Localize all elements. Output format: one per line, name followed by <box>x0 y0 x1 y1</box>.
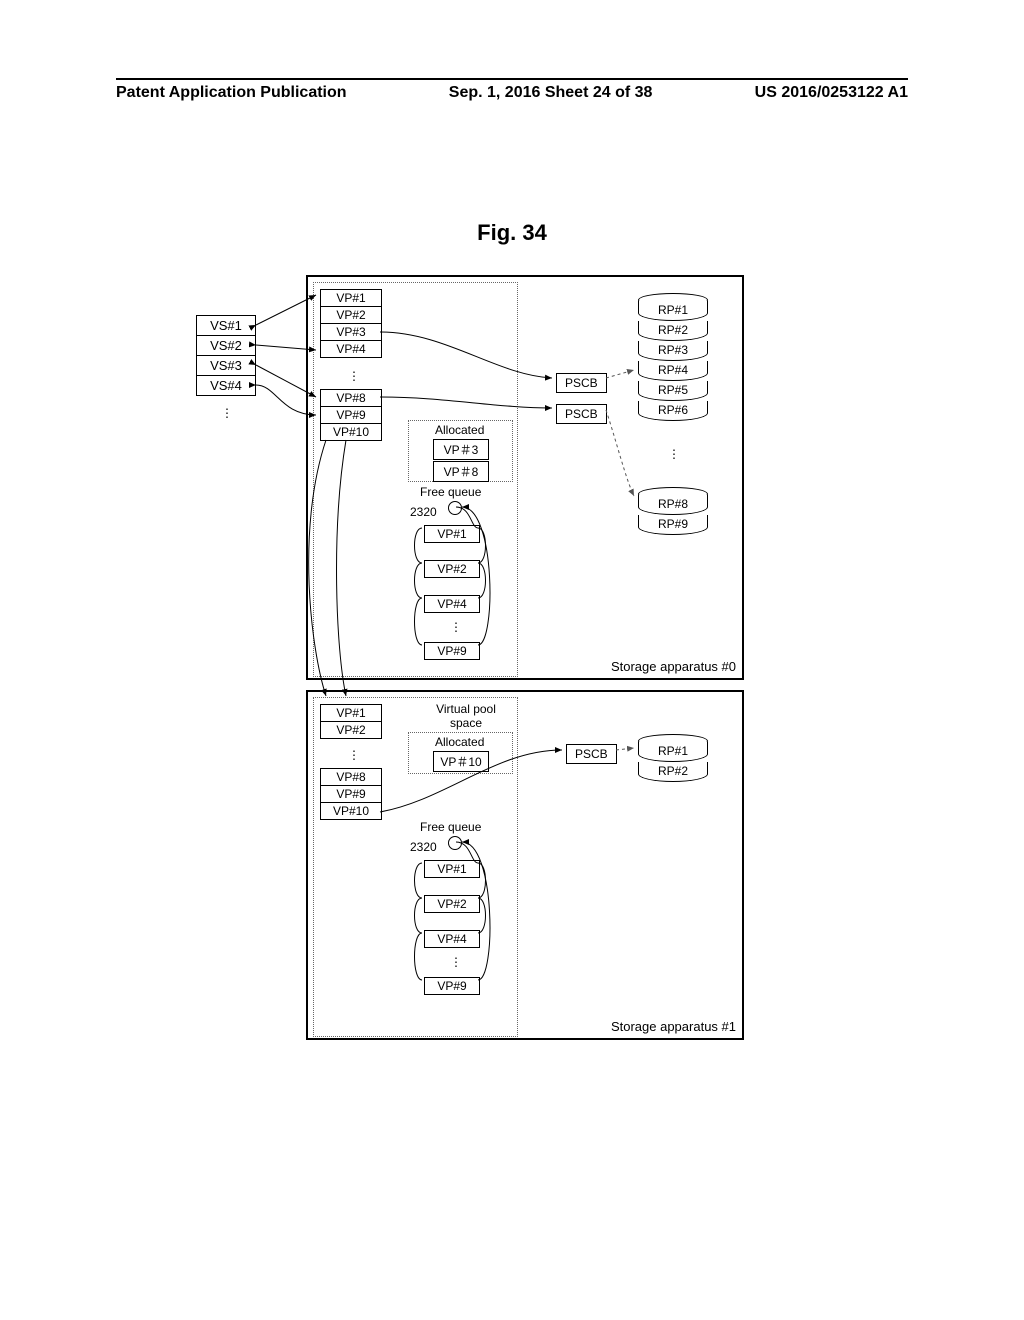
pscb-1: PSCB <box>566 744 617 764</box>
header-center: Sep. 1, 2016 Sheet 24 of 38 <box>449 84 653 102</box>
rp-item: RP#5 <box>638 381 708 401</box>
rp-item: RP#1 <box>638 301 708 321</box>
header-right: US 2016/0253122 A1 <box>755 84 908 102</box>
header-text-row: Patent Application Publication Sep. 1, 2… <box>116 84 908 102</box>
free-queue-ellipsis-0: ⋮ <box>450 622 462 632</box>
vs-item: VS#2 <box>197 336 255 356</box>
vs-ellipsis: ⋮ <box>221 408 233 418</box>
free-queue-item: VP#4 <box>424 595 480 613</box>
vp-column-1: VP#1 VP#2 <box>320 704 382 739</box>
allocated-item: VP＃10 <box>433 751 489 772</box>
rp-item: RP#9 <box>638 515 708 535</box>
virtual-pool-label-1: Virtual pool space <box>426 702 506 730</box>
storage-apparatus-1: Virtual pool space VP#1 VP#2 ⋮ VP#8 VP#9… <box>306 690 744 1040</box>
free-queue-item: VP#2 <box>424 560 480 578</box>
ref-2320-1: 2320 <box>410 840 437 854</box>
vs-column: VS#1 VS#2 VS#3 VS#4 <box>196 315 256 396</box>
vp-item: VP#1 <box>321 290 381 307</box>
vs-item: VS#4 <box>197 376 255 395</box>
vp-item: VP#10 <box>321 424 381 440</box>
allocated-item: VP＃8 <box>433 461 489 482</box>
vp-column-0: VP#1 VP#2 VP#3 VP#4 <box>320 289 382 358</box>
rp-item: RP#2 <box>638 321 708 341</box>
rp-ellipsis-0: ⋮ <box>668 449 680 459</box>
pscb-0b: PSCB <box>556 404 607 424</box>
apparatus-label-1: Storage apparatus #1 <box>611 1019 736 1034</box>
allocated-box-1: Allocated VP＃10 <box>408 732 513 774</box>
header: Patent Application Publication Sep. 1, 2… <box>0 78 1024 102</box>
vs-item: VS#1 <box>197 316 255 336</box>
vp-item: VP#1 <box>321 705 381 722</box>
free-queue-item: VP#4 <box>424 930 480 948</box>
vp-column-0b: VP#8 VP#9 VP#10 <box>320 389 382 441</box>
diagram-canvas: VS#1 VS#2 VS#3 VS#4 ⋮ VP#1 VP#2 VP#3 VP#… <box>116 270 908 1060</box>
allocated-label-0: Allocated <box>435 423 484 437</box>
apparatus-label-0: Storage apparatus #0 <box>611 659 736 674</box>
rp-item: RP#1 <box>638 742 708 762</box>
free-queue-item: VP#1 <box>424 525 480 543</box>
vp-item: VP#10 <box>321 803 381 819</box>
rp-item: RP#8 <box>638 495 708 515</box>
vp-item: VP#9 <box>321 407 381 424</box>
free-queue-item: VP#2 <box>424 895 480 913</box>
storage-apparatus-0: VP#1 VP#2 VP#3 VP#4 ⋮ VP#8 VP#9 VP#10 Al… <box>306 275 744 680</box>
vp-item: VP#4 <box>321 341 381 357</box>
free-queue-ellipsis-1: ⋮ <box>450 957 462 967</box>
header-rule <box>116 78 908 80</box>
free-queue-head-0 <box>448 501 462 515</box>
vp-item: VP#9 <box>321 786 381 803</box>
free-queue-item: VP#1 <box>424 860 480 878</box>
rp-item: RP#4 <box>638 361 708 381</box>
vp-item: VP#8 <box>321 769 381 786</box>
vp-ellipsis-0a: ⋮ <box>348 371 360 381</box>
vp-column-1b: VP#8 VP#9 VP#10 <box>320 768 382 820</box>
vs-item: VS#3 <box>197 356 255 376</box>
pscb-0a: PSCB <box>556 373 607 393</box>
vp-item: VP#2 <box>321 722 381 738</box>
vp-ellipsis-1: ⋮ <box>348 750 360 760</box>
allocated-label-1: Allocated <box>435 735 484 749</box>
header-left: Patent Application Publication <box>116 84 347 102</box>
free-queue-label-1: Free queue <box>420 820 481 834</box>
page-root: Patent Application Publication Sep. 1, 2… <box>0 0 1024 1320</box>
free-queue-item: VP#9 <box>424 642 480 660</box>
ref-2320-0: 2320 <box>410 505 437 519</box>
rp-item: RP#6 <box>638 401 708 421</box>
rp-item: RP#2 <box>638 762 708 782</box>
figure-title: Fig. 34 <box>0 220 1024 246</box>
vp-item: VP#8 <box>321 390 381 407</box>
allocated-box-0: Allocated VP＃3 VP＃8 <box>408 420 513 482</box>
free-queue-item: VP#9 <box>424 977 480 995</box>
free-queue-label-0: Free queue <box>420 485 481 499</box>
vp-item: VP#3 <box>321 324 381 341</box>
rp-item: RP#3 <box>638 341 708 361</box>
allocated-item: VP＃3 <box>433 439 489 460</box>
free-queue-head-1 <box>448 836 462 850</box>
vp-item: VP#2 <box>321 307 381 324</box>
